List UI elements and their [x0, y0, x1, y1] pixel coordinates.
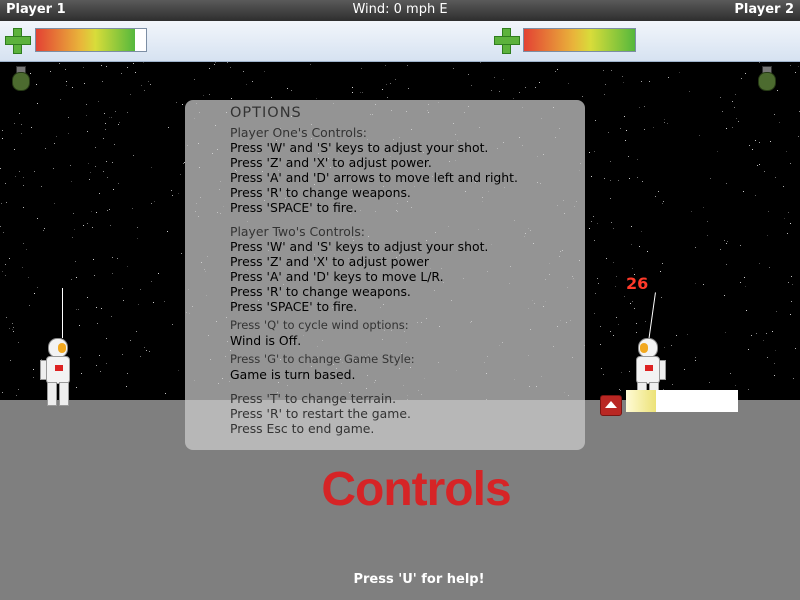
misc-control-line: Press Esc to end game.: [230, 421, 375, 436]
misc-control-line: Press 'T' to change terrain.: [230, 391, 397, 406]
wind-indicator: Wind: 0 mph E: [352, 2, 448, 17]
p2-control-line: Press 'SPACE' to fire.: [230, 299, 358, 314]
p2-health-fill: [524, 29, 635, 51]
p2-control-line: Press 'W' and 'S' keys to adjust your sh…: [230, 239, 489, 254]
help-hint: Press 'U' for help!: [353, 572, 485, 587]
controls-banner: Controls: [321, 463, 511, 516]
game-style-state: Game is turn based.: [230, 367, 356, 382]
p2-control-line: Press 'R' to change weapons.: [230, 284, 411, 299]
power-meter-fill: [626, 390, 657, 412]
options-title: OPTIONS: [230, 105, 302, 121]
options-panel: OPTIONS Player One's Controls: Press 'W'…: [185, 100, 585, 450]
wind-state: Wind is Off.: [230, 333, 302, 348]
p1-health-bar: [35, 28, 147, 52]
player-1-astronaut: [40, 288, 80, 408]
game-style-hint: Press 'G' to change Game Style:: [230, 352, 415, 366]
p2-control-line: Press 'A' and 'D' keys to move L/R.: [230, 269, 444, 284]
misc-control-line: Press 'R' to restart the game.: [230, 406, 411, 421]
health-strip: [0, 21, 800, 62]
p1-health-fill: [36, 29, 135, 51]
player-2-label: Player 2: [734, 2, 794, 17]
p1-control-line: Press 'SPACE' to fire.: [230, 200, 358, 215]
p1-control-line: Press 'Z' and 'X' to adjust power.: [230, 155, 432, 170]
damage-number: 26: [626, 274, 649, 293]
p2-control-line: Press 'Z' and 'X' to adjust power: [230, 254, 429, 269]
power-meter: [626, 390, 738, 412]
power-up-arrow-icon[interactable]: [600, 395, 622, 416]
p2-controls-heading: Player Two's Controls:: [230, 224, 365, 239]
p2-grenade-icon[interactable]: [756, 66, 776, 91]
p1-controls-heading: Player One's Controls:: [230, 125, 367, 140]
p1-heal-plus-icon[interactable]: [5, 28, 31, 54]
p1-control-line: Press 'A' and 'D' arrows to move left an…: [230, 170, 518, 185]
p1-control-line: Press 'R' to change weapons.: [230, 185, 411, 200]
p1-grenade-icon[interactable]: [10, 66, 30, 91]
p1-control-line: Press 'W' and 'S' keys to adjust your sh…: [230, 140, 489, 155]
wind-hint: Press 'Q' to cycle wind options:: [230, 318, 409, 332]
p2-heal-plus-icon[interactable]: [494, 28, 520, 54]
top-bar: Player 1 Wind: 0 mph E Player 2: [0, 0, 800, 21]
p2-health-bar: [523, 28, 636, 52]
